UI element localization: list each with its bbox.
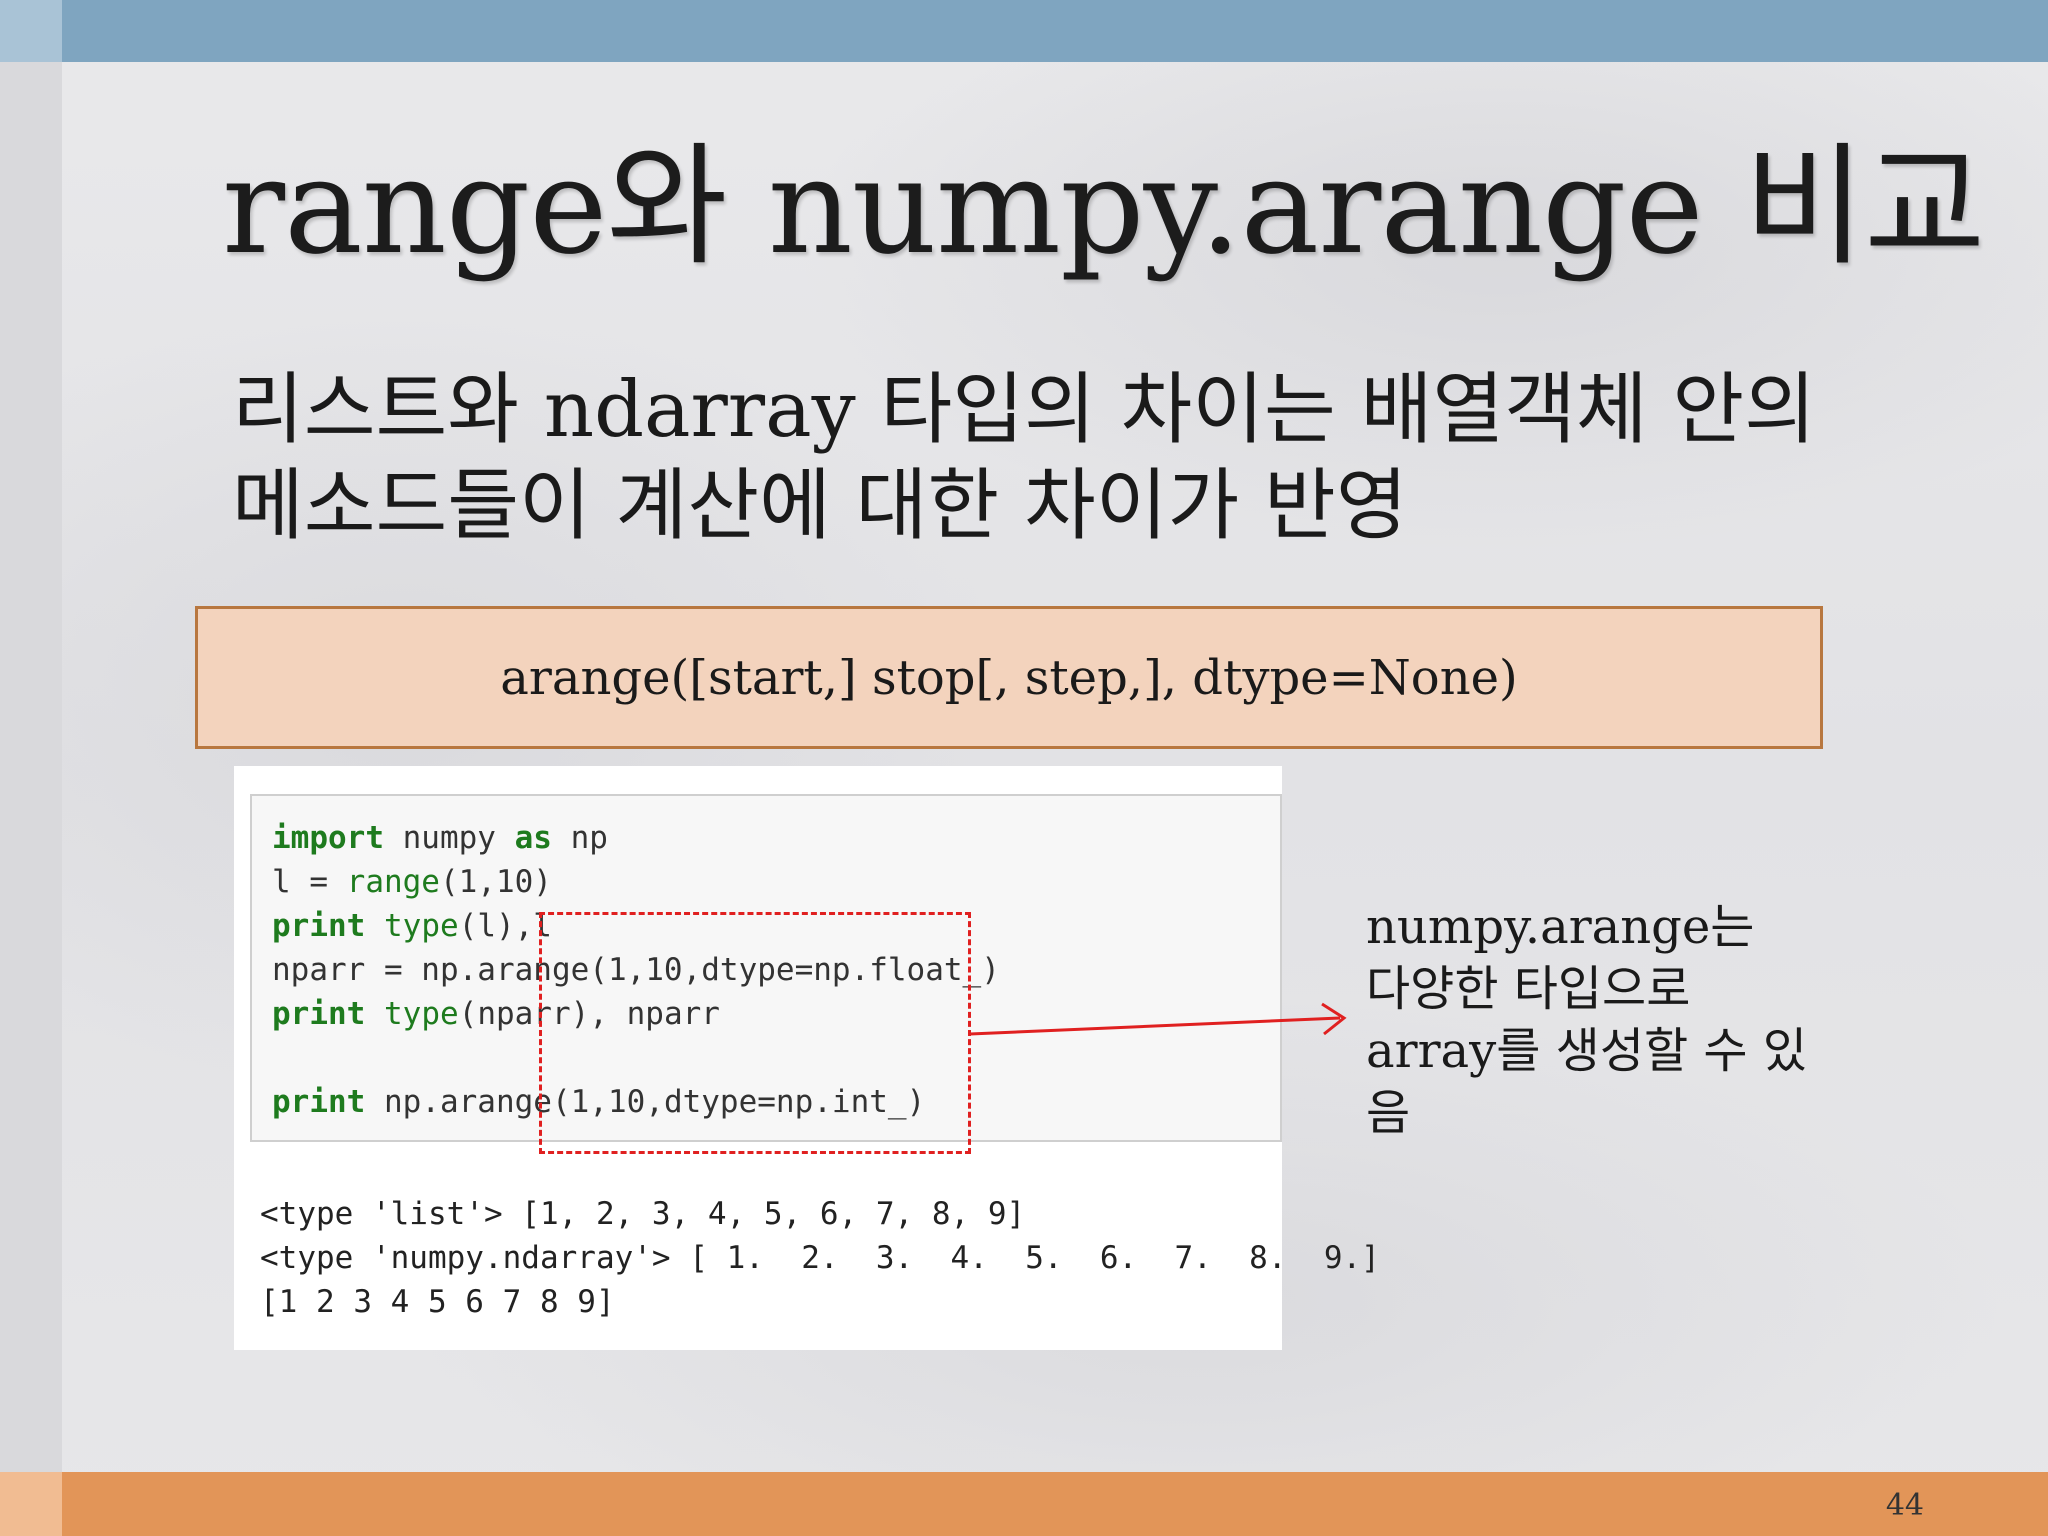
- top-accent-bar: [0, 0, 2048, 62]
- bottom-accent-bar: [0, 1472, 2048, 1536]
- function-signature: arange([start,] stop[, step,], dtype=Non…: [500, 649, 1518, 706]
- output-line: <type 'list'> [1, 2, 3, 4, 5, 6, 7, 8, 9…: [260, 1196, 1026, 1232]
- output-line: <type 'numpy.ndarray'> [ 1. 2. 3. 4. 5. …: [260, 1240, 1380, 1276]
- bottom-accent-bar-corner: [0, 1472, 62, 1536]
- slide-subtitle: 리스트와 ndarray 타입의 차이는 배열객체 안의 메소드들이 계산에 대…: [232, 362, 1952, 554]
- output-line: [1 2 3 4 5 6 7 8 9]: [260, 1284, 615, 1320]
- top-accent-bar-corner: [0, 0, 62, 62]
- page-number: 44: [1885, 1488, 1924, 1523]
- highlight-dashed-box: [539, 912, 971, 1154]
- subtitle-line: 메소드들이 계산에 대한 차이가 반영: [232, 461, 1408, 551]
- callout-arrow: [969, 1002, 1347, 1036]
- slide-title: range와 numpy.arange 비교: [222, 130, 1985, 284]
- note-line: 다양한 타입으로: [1366, 961, 1691, 1017]
- code-line: import numpy as np: [272, 820, 608, 856]
- function-signature-box: arange([start,] stop[, step,], dtype=Non…: [195, 606, 1823, 749]
- note-line: numpy.arange는: [1366, 899, 1755, 955]
- code-line: l = range(1,10): [272, 864, 552, 900]
- note-line: 음: [1366, 1085, 1411, 1141]
- note-line: array를 생성할 수 있: [1366, 1023, 1807, 1079]
- code-line: print type(l),l: [272, 908, 552, 944]
- left-margin-strip: [0, 0, 62, 1536]
- callout-note: numpy.arange는 다양한 타입으로 array를 생성할 수 있 음: [1366, 896, 1886, 1144]
- subtitle-line: 리스트와 ndarray 타입의 차이는 배열객체 안의: [232, 365, 1816, 455]
